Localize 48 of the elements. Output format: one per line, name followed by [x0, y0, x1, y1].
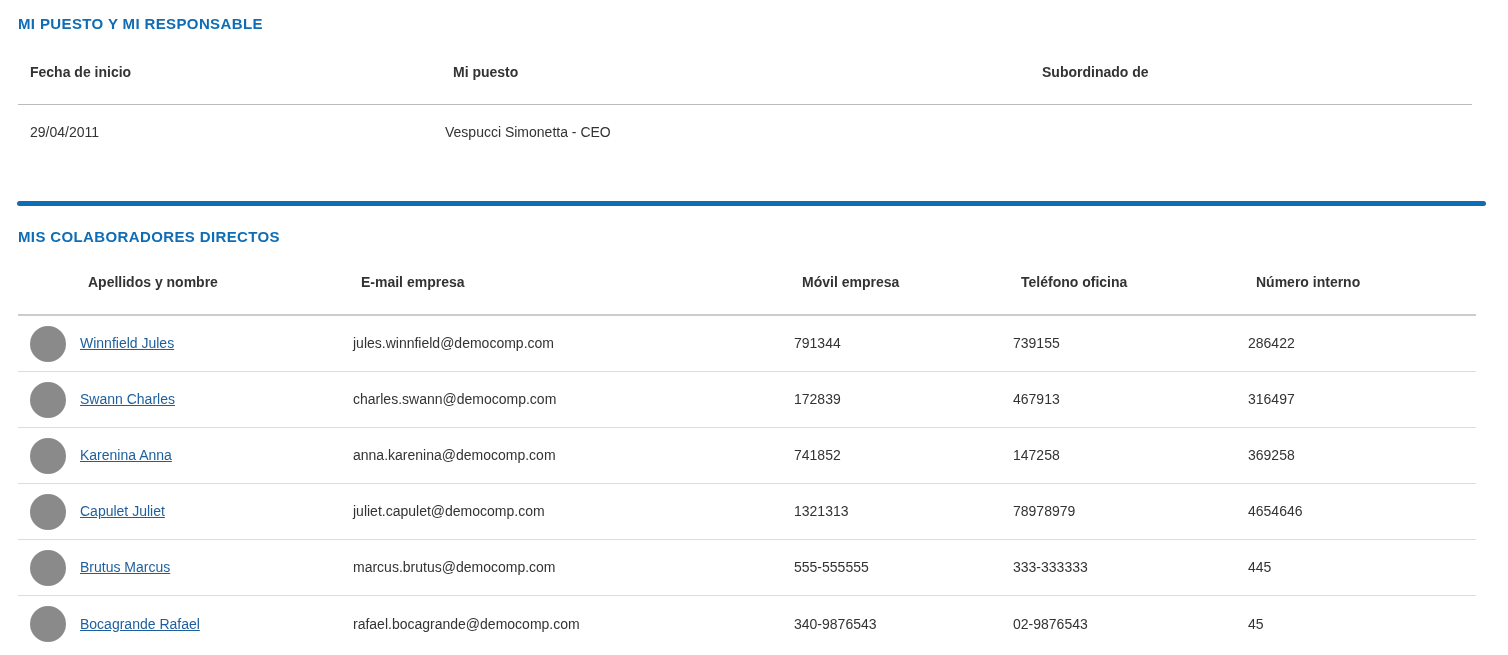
- person-link[interactable]: Bocagrande Rafael: [80, 613, 200, 635]
- avatar-placeholder: [30, 549, 66, 586]
- person-link[interactable]: Karenina Anna: [80, 445, 172, 466]
- table-cell: 340-9876543: [794, 615, 877, 632]
- table-cell: rafael.bocagrande@democomp.com: [353, 615, 580, 632]
- column-header: Fecha de inicio: [30, 63, 132, 80]
- table-cell: anna.karenina@democomp.com: [353, 447, 556, 463]
- column-header: Subordinado de: [1042, 63, 1149, 80]
- person-link[interactable]: Winnfield Jules: [80, 333, 175, 354]
- avatar-placeholder: [30, 493, 66, 530]
- column-header: E-mail empresa: [361, 273, 465, 290]
- table-cell: Vespucci Simonetta - CEO: [445, 123, 611, 140]
- column-header: Teléfono oficina: [1021, 273, 1128, 290]
- table-cell: 791344: [794, 335, 841, 351]
- table-cell: 02-9876543: [1013, 615, 1088, 632]
- table-cell: 316497: [1248, 391, 1295, 407]
- table-cell: 333-333333: [1013, 559, 1088, 575]
- column-header: Apellidos y nombre: [88, 273, 218, 290]
- table-cell: juliet.capulet@democomp.com: [353, 503, 545, 519]
- table-cell: 147258: [1013, 447, 1060, 463]
- table-cell: 1321313: [794, 503, 849, 519]
- table-cell: charles.swann@democomp.com: [353, 391, 557, 407]
- table-cell: 286422: [1248, 335, 1295, 351]
- table-cell: 445: [1248, 559, 1272, 575]
- table-cell: 4654646: [1248, 503, 1303, 519]
- table-cell: jules.winnfield@democomp.com: [353, 335, 554, 351]
- column-header: Móvil empresa: [802, 273, 900, 290]
- table-cell: 369258: [1248, 447, 1295, 463]
- section-title: MIS COLABORADORES DIRECTOS: [18, 226, 280, 247]
- avatar-placeholder: [30, 437, 66, 474]
- table-cell: 739155: [1013, 335, 1060, 351]
- person-link[interactable]: Capulet Juliet: [80, 501, 165, 522]
- avatar-placeholder: [30, 381, 66, 418]
- table-cell: 172839: [794, 391, 841, 407]
- table-cell: 29/04/2011: [30, 123, 100, 140]
- table-cell: 78978979: [1013, 503, 1076, 519]
- table-cell: 555-555555: [794, 559, 869, 575]
- avatar-placeholder: [30, 325, 66, 362]
- avatar-placeholder: [30, 606, 66, 642]
- column-header: Mi puesto: [453, 63, 519, 80]
- table-cell: 741852: [794, 447, 841, 463]
- person-link[interactable]: Swann Charles: [80, 389, 175, 410]
- column-header: Número interno: [1256, 273, 1361, 290]
- person-link[interactable]: Brutus Marcus: [80, 557, 171, 578]
- section-title: MI PUESTO Y MI RESPONSABLE: [18, 14, 263, 34]
- table-cell: 467913: [1013, 391, 1060, 407]
- table-cell: 45: [1248, 615, 1264, 632]
- table-cell: marcus.brutus@democomp.com: [353, 559, 556, 575]
